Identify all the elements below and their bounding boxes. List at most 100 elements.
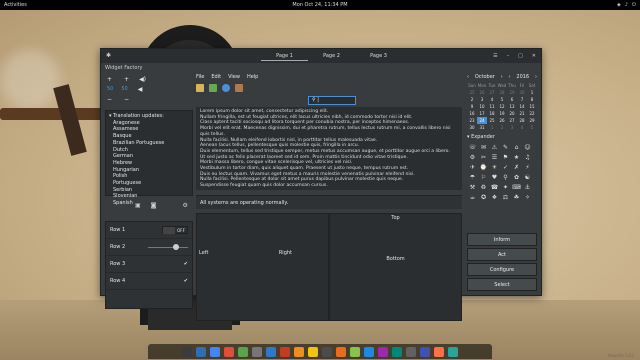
calendar-day[interactable]: 17 — [477, 110, 487, 117]
calendar-day[interactable]: 22 — [527, 110, 537, 117]
list-item[interactable]: Hungarian — [109, 167, 189, 174]
calendar-day[interactable]: 16 — [467, 110, 477, 117]
spin-value-a[interactable]: 50 — [107, 86, 113, 92]
menu-icon[interactable]: ☰ — [493, 53, 497, 59]
calendar-day[interactable]: 12 — [497, 103, 507, 110]
grid-icon[interactable]: ✗ — [511, 163, 522, 173]
calendar-day[interactable]: 18 — [487, 110, 497, 117]
dock-app-icon[interactable] — [336, 346, 346, 357]
calendar-day[interactable]: 31 — [477, 124, 487, 131]
calendar-day[interactable]: 29 — [527, 117, 537, 124]
calendar-day[interactable]: 13 — [507, 103, 517, 110]
grid-icon[interactable]: ⚡ — [522, 163, 533, 173]
right-pane[interactable]: Top Bottom — [329, 213, 462, 321]
slider-handle[interactable] — [173, 243, 179, 250]
list-item[interactable]: Brazilian Portuguese — [109, 140, 189, 147]
dock-app-icon[interactable] — [322, 346, 332, 357]
grid-icon[interactable]: ⚖ — [500, 193, 511, 203]
calendar-day[interactable]: 1 — [527, 89, 537, 96]
calendar-day[interactable]: 29 — [507, 89, 517, 96]
grid-icon[interactable]: ✈ — [467, 163, 478, 173]
calendar-day[interactable]: 30 — [467, 124, 477, 131]
calendar-day[interactable]: 1 — [487, 124, 497, 131]
grid-icon[interactable]: ☀ — [489, 163, 500, 173]
check-icon[interactable]: ✔ — [184, 278, 188, 284]
list-item[interactable]: ▾ Translation updates: — [109, 113, 189, 120]
calendar-day[interactable]: 11 — [487, 103, 497, 110]
plus-button[interactable]: + — [107, 76, 112, 83]
dock-app-icon[interactable] — [196, 346, 206, 357]
list-row[interactable]: Row 2 — [106, 239, 192, 256]
calendar[interactable]: Sun Mon Tue Wed Thu Fri Sat 25 26 27 28 29 30 1 2 3 4 5 6 7… — [467, 82, 537, 131]
tab-page-2[interactable]: Page 2 — [308, 51, 355, 61]
grid-icon[interactable]: ✂ — [478, 153, 489, 163]
calendar-day[interactable]: 5 — [497, 96, 507, 103]
list-item[interactable]: Aragonese — [109, 120, 189, 127]
calendar-day[interactable]: 2 — [497, 124, 507, 131]
grid-icon[interactable]: ✉ — [478, 143, 489, 153]
calendar-day[interactable]: 10 — [477, 103, 487, 110]
calendar-day[interactable]: 20 — [507, 110, 517, 117]
document-icon[interactable] — [209, 84, 217, 92]
dock-app-icon[interactable] — [210, 346, 220, 357]
calendar-day[interactable]: 19 — [497, 110, 507, 117]
row-slider[interactable] — [148, 243, 188, 250]
list-item[interactable]: Polish — [109, 173, 189, 180]
expander[interactable]: ▾ Expander — [467, 134, 537, 142]
calendar-day[interactable]: 2 — [467, 96, 477, 103]
grid-icon[interactable]: ⚒ — [467, 183, 478, 193]
calendar-day[interactable]: 14 — [517, 103, 527, 110]
list-item[interactable]: Hebrew — [109, 160, 189, 167]
dock-app-icon[interactable] — [434, 346, 444, 357]
grid-icon[interactable]: ⚲ — [500, 173, 511, 183]
grid-icon[interactable]: ☯ — [522, 173, 533, 183]
refresh-icon[interactable] — [222, 84, 230, 92]
grid-icon[interactable]: ♻ — [478, 183, 489, 193]
menu-edit[interactable]: Edit — [211, 74, 221, 80]
plus-button-2[interactable]: + — [124, 76, 129, 83]
volume-low-icon[interactable]: ◀ — [138, 86, 143, 93]
dock-app-icon[interactable] — [182, 346, 192, 357]
maximize-icon[interactable]: □ — [518, 53, 523, 59]
dock-app-icon[interactable] — [420, 346, 430, 357]
dock-app-icon[interactable] — [224, 346, 234, 357]
calendar-day[interactable]: 3 — [507, 124, 517, 131]
select-button[interactable]: Select — [467, 278, 537, 291]
grid-icon[interactable]: ☏ — [467, 143, 478, 153]
calendar-day[interactable]: 23 — [467, 117, 477, 124]
spin-value-b[interactable]: 50 — [121, 86, 127, 92]
list-item[interactable]: Slovenian — [109, 193, 189, 200]
calendar-day[interactable]: 15 — [527, 103, 537, 110]
grid-icon[interactable]: ✧ — [522, 193, 533, 203]
grid-icon[interactable]: ⚑ — [500, 153, 511, 163]
text-view[interactable]: Lorem ipsum dolor sit amet, consectetur … — [196, 107, 462, 190]
grid-icon[interactable]: ⚓ — [522, 183, 533, 193]
left-pane[interactable]: Left Right — [196, 213, 329, 321]
grid-icon[interactable]: ✿ — [511, 173, 522, 183]
grid-icon[interactable]: ✓ — [500, 163, 511, 173]
prev-month-icon[interactable]: ‹ — [467, 74, 469, 80]
list-item[interactable]: Basque — [109, 133, 189, 140]
menu-file[interactable]: File — [196, 74, 204, 80]
menu-view[interactable]: View — [228, 74, 240, 80]
grid-icon[interactable]: ★ — [511, 153, 522, 163]
grid-icon[interactable]: ⌨ — [511, 183, 522, 193]
tab-page-1[interactable]: Page 1 — [261, 51, 308, 61]
dock-app-icon[interactable] — [448, 346, 458, 357]
grid-icon[interactable]: ✪ — [478, 193, 489, 203]
grid-icon[interactable]: ♫ — [522, 153, 533, 163]
dock-app-icon[interactable] — [392, 346, 402, 357]
list-item[interactable]: Portuguese — [109, 180, 189, 187]
settings-icon[interactable]: ⚙ — [183, 202, 188, 209]
grid-icon[interactable]: ⌂ — [511, 143, 522, 153]
dock-app-icon[interactable] — [378, 346, 388, 357]
dock-app-icon[interactable] — [252, 346, 262, 357]
calendar-day[interactable]: 24 — [477, 117, 487, 124]
search-input[interactable]: ⚲ | — [308, 96, 356, 105]
calendar-day[interactable]: 4 — [517, 124, 527, 131]
calendar-day[interactable]: 5 — [527, 124, 537, 131]
list-row[interactable]: Row 1 OFF — [106, 222, 192, 239]
grid-icon[interactable]: ☕ — [467, 193, 478, 203]
minus-button-2[interactable]: − — [124, 96, 129, 103]
app-icon[interactable]: ✱ — [106, 52, 114, 60]
